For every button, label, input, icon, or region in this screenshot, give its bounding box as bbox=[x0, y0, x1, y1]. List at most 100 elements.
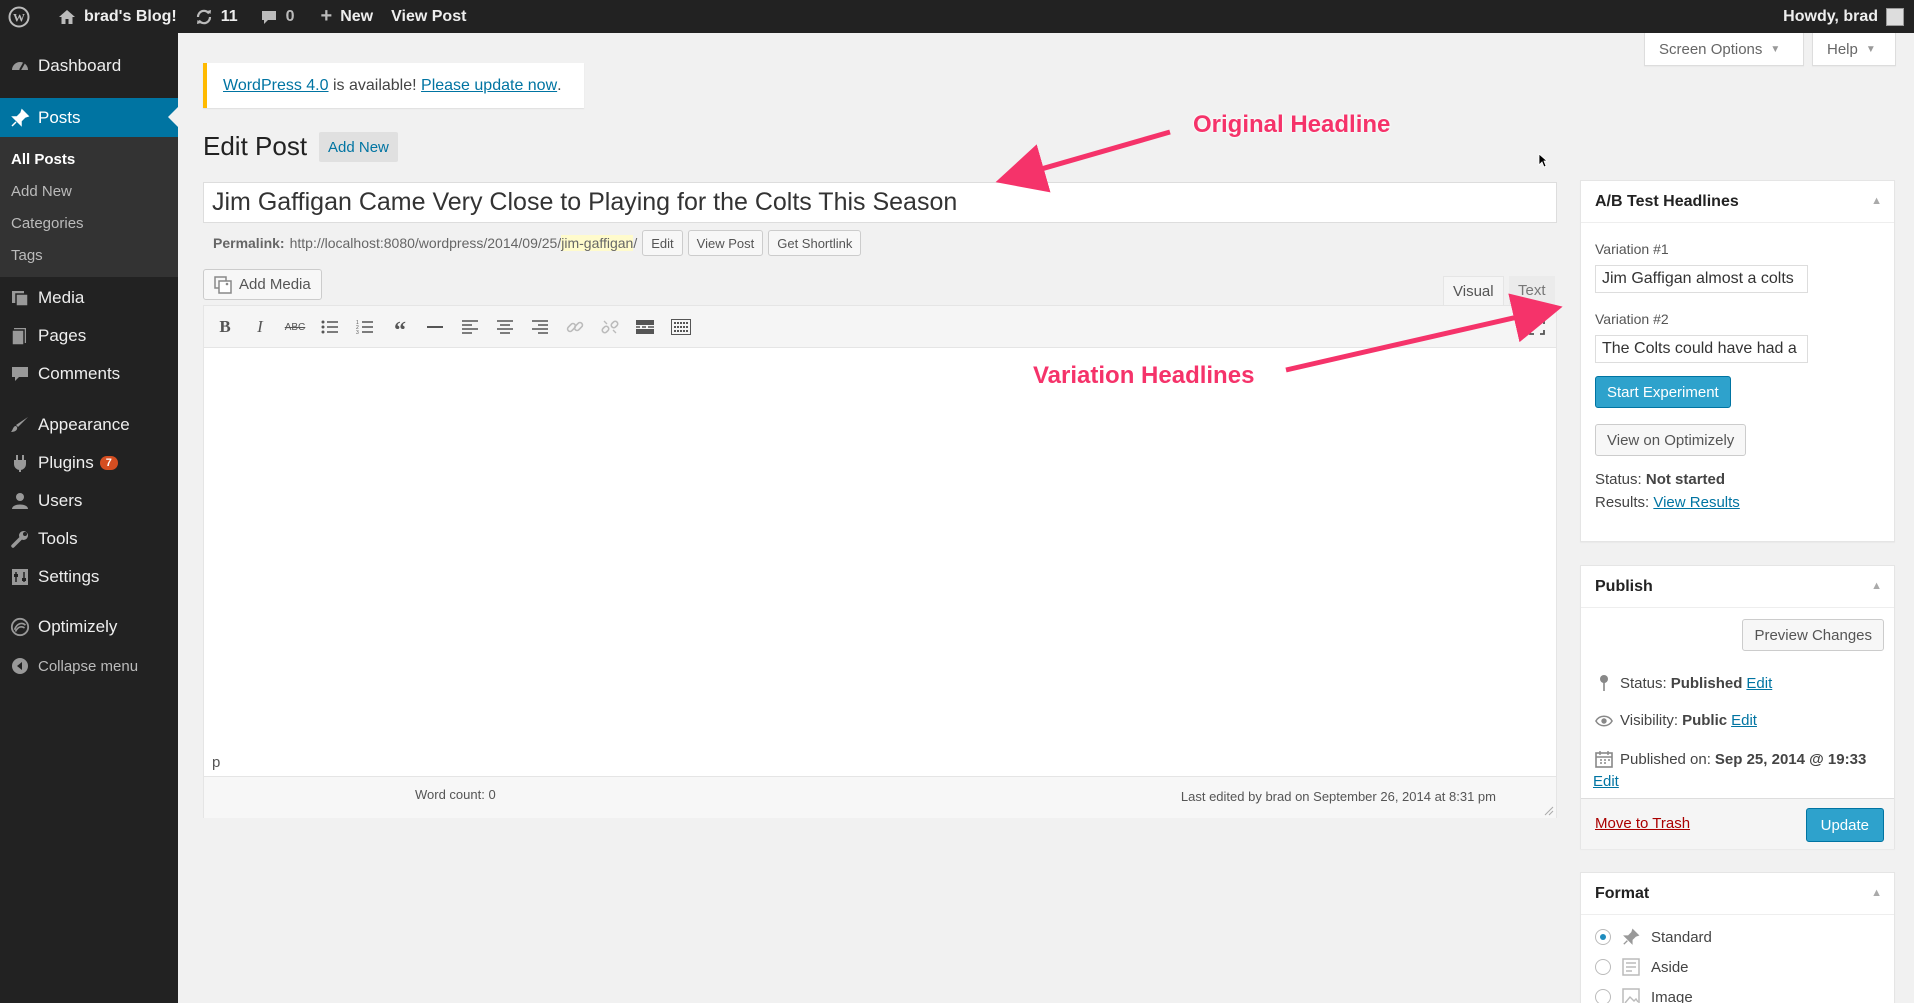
collapse-menu[interactable]: Collapse menu bbox=[0, 647, 178, 685]
visibility-value: Public bbox=[1682, 712, 1728, 729]
submenu-all-posts[interactable]: All Posts bbox=[11, 151, 75, 168]
comments-link[interactable]: 0 bbox=[246, 0, 303, 33]
ab-test-box-header[interactable]: A/B Test Headlines ▲ bbox=[1581, 181, 1894, 223]
updates-link[interactable]: 11 bbox=[185, 0, 246, 33]
screen-options-label: Screen Options bbox=[1659, 40, 1763, 58]
edit-visibility-link[interactable]: Edit bbox=[1731, 712, 1757, 729]
view-results-link[interactable]: View Results bbox=[1653, 494, 1739, 511]
editor-path: p bbox=[212, 754, 221, 771]
permalink-slug[interactable]: jim-gaffigan bbox=[561, 235, 634, 251]
collapse-toggle-icon[interactable]: ▲ bbox=[1871, 195, 1882, 207]
blockquote-icon[interactable]: “ bbox=[389, 316, 411, 344]
submenu-tags[interactable]: Tags bbox=[11, 247, 43, 264]
menu-posts[interactable]: Posts bbox=[0, 98, 178, 138]
calendar-icon bbox=[1595, 750, 1613, 768]
variation-headlines-annotation: Variation Headlines bbox=[1033, 362, 1255, 389]
preview-changes-button[interactable]: Preview Changes bbox=[1742, 619, 1884, 651]
post-title-input[interactable]: Jim Gaffigan Came Very Close to Playing … bbox=[203, 182, 1557, 223]
menu-settings[interactable]: Settings bbox=[0, 558, 178, 596]
unlink-icon[interactable] bbox=[599, 316, 621, 338]
menu-users[interactable]: Users bbox=[0, 482, 178, 520]
variation-1-input[interactable]: Jim Gaffigan almost a colts bbox=[1595, 265, 1808, 293]
numbered-list-icon[interactable]: 123 bbox=[354, 316, 376, 338]
menu-users-label: Users bbox=[38, 491, 83, 510]
original-headline-arrow bbox=[995, 129, 1171, 193]
ab-results-label: Results: bbox=[1595, 494, 1650, 511]
help-button[interactable]: Help ▼ bbox=[1812, 33, 1896, 66]
format-box-header[interactable]: Format ▲ bbox=[1581, 873, 1894, 915]
edit-status-link[interactable]: Edit bbox=[1746, 675, 1772, 692]
format-aside-label: Aside bbox=[1651, 958, 1689, 976]
wrench-icon bbox=[10, 529, 30, 549]
menu-pages[interactable]: Pages bbox=[0, 317, 178, 355]
menu-optimizely[interactable]: Optimizely bbox=[0, 608, 178, 646]
radio-aside[interactable] bbox=[1595, 959, 1611, 975]
menu-media[interactable]: Media bbox=[0, 279, 178, 317]
menu-plugins[interactable]: Plugins 7 bbox=[0, 444, 178, 482]
format-image-label: Image bbox=[1651, 988, 1693, 1003]
new-content-link[interactable]: + New bbox=[303, 0, 382, 33]
align-left-icon[interactable] bbox=[459, 316, 481, 338]
editor-content-area[interactable] bbox=[204, 349, 1556, 747]
link-icon[interactable] bbox=[564, 316, 586, 338]
menu-media-label: Media bbox=[38, 288, 85, 307]
my-account[interactable]: Howdy, brad bbox=[1783, 0, 1904, 33]
start-experiment-button[interactable]: Start Experiment bbox=[1595, 376, 1731, 408]
align-center-icon[interactable] bbox=[494, 316, 516, 338]
format-option-image[interactable]: Image bbox=[1595, 988, 1693, 1003]
radio-image[interactable] bbox=[1595, 989, 1611, 1003]
align-right-icon[interactable] bbox=[529, 316, 551, 338]
edit-slug-button[interactable]: Edit bbox=[642, 230, 683, 256]
permalink-row: Permalink: http://localhost:8080/wordpre… bbox=[213, 229, 862, 257]
view-on-optimizely-button[interactable]: View on Optimizely bbox=[1595, 424, 1747, 456]
collapse-toggle-icon[interactable]: ▲ bbox=[1871, 887, 1882, 899]
site-name: brad's Blog! bbox=[84, 7, 177, 25]
resize-handle-icon[interactable] bbox=[1544, 806, 1554, 816]
strikethrough-icon[interactable]: ABC bbox=[284, 316, 306, 338]
bold-icon[interactable]: B bbox=[214, 316, 236, 338]
menu-comments[interactable]: Comments bbox=[0, 355, 178, 393]
fullscreen-icon[interactable] bbox=[1526, 316, 1548, 338]
menu-plugins-label: Plugins bbox=[38, 453, 94, 472]
publish-box-header[interactable]: Publish ▲ bbox=[1581, 566, 1894, 608]
menu-appearance[interactable]: Appearance bbox=[0, 406, 178, 444]
move-to-trash-link[interactable]: Move to Trash bbox=[1595, 815, 1690, 832]
bullet-list-icon[interactable] bbox=[319, 316, 341, 338]
menu-tools[interactable]: Tools bbox=[0, 520, 178, 558]
image-icon bbox=[1621, 988, 1641, 1003]
read-more-icon[interactable] bbox=[634, 316, 656, 338]
published-on-value: Sep 25, 2014 @ 19:33 bbox=[1714, 750, 1867, 768]
update-button[interactable]: Update bbox=[1805, 808, 1884, 842]
edit-date-link[interactable]: Edit bbox=[1593, 773, 1619, 790]
update-now-link[interactable]: Please update now bbox=[421, 77, 557, 95]
submenu-categories[interactable]: Categories bbox=[11, 215, 84, 232]
collapse-toggle-icon[interactable]: ▲ bbox=[1871, 580, 1882, 592]
updates-icon bbox=[196, 9, 211, 24]
wordpress-version-link[interactable]: WordPress 4.0 bbox=[223, 77, 329, 95]
variation-2-input[interactable]: The Colts could have had a bbox=[1595, 335, 1808, 363]
menu-dashboard[interactable]: Dashboard bbox=[0, 47, 178, 85]
format-option-standard[interactable]: Standard bbox=[1595, 928, 1712, 946]
format-title: Format bbox=[1595, 884, 1650, 902]
horizontal-line-icon[interactable] bbox=[424, 316, 446, 338]
add-new-button[interactable]: Add New bbox=[319, 132, 398, 162]
get-shortlink-button[interactable]: Get Shortlink bbox=[768, 230, 862, 256]
tab-text[interactable]: Text bbox=[1509, 276, 1555, 305]
pin-icon bbox=[10, 108, 30, 128]
radio-standard[interactable] bbox=[1595, 929, 1611, 945]
optimizely-icon bbox=[10, 617, 30, 637]
submenu-add-new[interactable]: Add New bbox=[11, 183, 72, 200]
view-post-button[interactable]: View Post bbox=[687, 230, 764, 256]
permalink-url[interactable]: http://localhost:8080/wordpress/2014/09/… bbox=[290, 235, 562, 251]
screen-options-button[interactable]: Screen Options ▼ bbox=[1644, 33, 1804, 66]
wordpress-logo-icon[interactable]: W bbox=[0, 0, 46, 33]
view-post-link[interactable]: View Post bbox=[381, 0, 474, 33]
site-name-link[interactable]: brad's Blog! bbox=[46, 0, 185, 33]
comments-count: 0 bbox=[285, 7, 295, 25]
add-media-button[interactable]: Add Media bbox=[203, 269, 322, 300]
format-option-aside[interactable]: Aside bbox=[1595, 958, 1689, 976]
toolbar-toggle-icon[interactable] bbox=[670, 316, 692, 338]
tab-visual[interactable]: Visual bbox=[1443, 276, 1504, 305]
published-on-row: Published on: Sep 25, 2014 @ 19:33 bbox=[1595, 750, 1870, 768]
italic-icon[interactable]: I bbox=[249, 316, 271, 338]
